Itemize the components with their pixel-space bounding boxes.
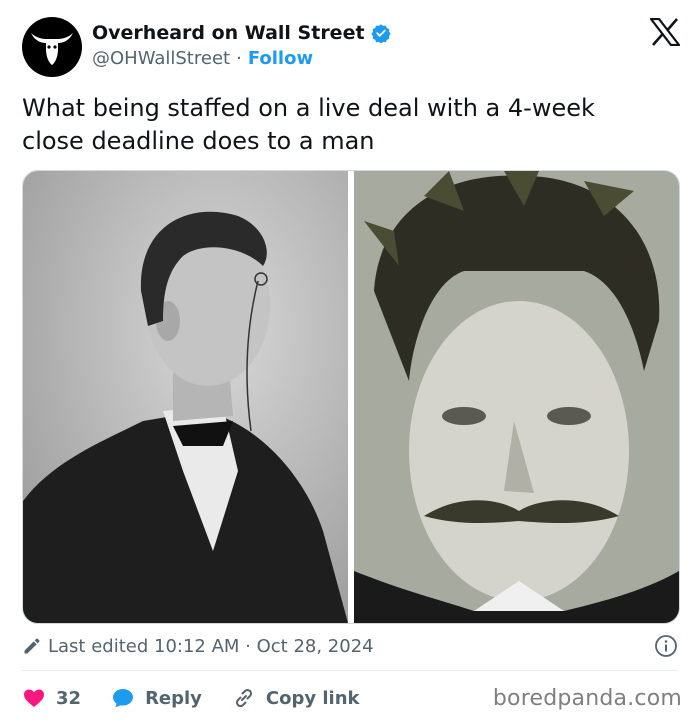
tweet-media[interactable] [22, 170, 680, 624]
pencil-icon [24, 638, 40, 654]
avatar[interactable] [22, 17, 82, 77]
verified-badge-icon [370, 24, 391, 43]
follow-button[interactable]: Follow [248, 48, 313, 69]
link-icon [235, 688, 252, 708]
edit-info-row: Last edited 10:12 AM · Oct 28, 2024 [22, 632, 678, 660]
copy-link-button[interactable]: Copy link [232, 686, 360, 710]
account-name-row: Overheard on Wall Street [92, 22, 391, 44]
x-logo-icon[interactable] [650, 18, 680, 46]
reply-label: Reply [145, 687, 202, 709]
reply-bubble-icon [113, 689, 134, 708]
separator-dot: · [236, 48, 242, 69]
heart-icon [24, 689, 44, 707]
copy-link-label: Copy link [265, 687, 360, 709]
tweet-text: What being staffed on a live deal with a… [22, 94, 595, 155]
bull-logo-icon [31, 33, 73, 65]
last-edited-text[interactable]: Last edited 10:12 AM · Oct 28, 2024 [48, 636, 374, 657]
like-count: 32 [56, 687, 82, 709]
info-icon[interactable] [654, 634, 678, 658]
account-name[interactable]: Overheard on Wall Street [92, 22, 365, 44]
account-handle[interactable]: @OHWallStreet [92, 48, 230, 69]
watermark: boredpanda.com [492, 686, 682, 711]
photo-older-man[interactable] [354, 171, 679, 623]
photo-young-man[interactable] [23, 171, 348, 623]
reply-button[interactable]: Reply [111, 686, 202, 710]
handle-row: @OHWallStreet · Follow [92, 48, 313, 69]
like-button[interactable]: 32 [22, 686, 81, 710]
action-bar: 32 Reply Copy link [22, 682, 390, 714]
divider [22, 670, 678, 671]
